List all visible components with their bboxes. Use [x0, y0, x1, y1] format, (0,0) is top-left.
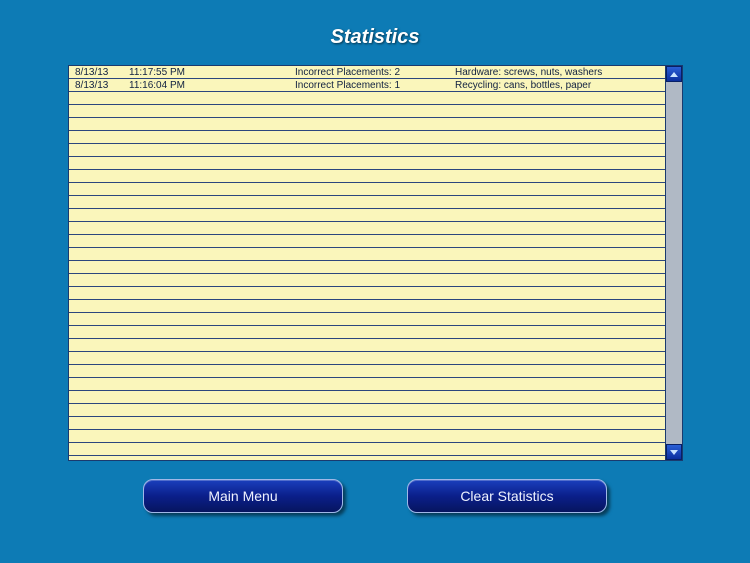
list-rows: 8/13/13 11:17:55 PM Incorrect Placements…	[69, 66, 665, 92]
list-item: 8/13/13 11:17:55 PM Incorrect Placements…	[69, 66, 665, 79]
entry-date: 8/13/13	[75, 79, 129, 92]
vertical-scrollbar[interactable]	[666, 66, 682, 460]
entry-date: 8/13/13	[75, 66, 129, 79]
statistics-list: 8/13/13 11:17:55 PM Incorrect Placements…	[68, 65, 683, 461]
entry-description: Hardware: screws, nuts, washers	[455, 66, 665, 79]
entry-result: Incorrect Placements: 1	[295, 79, 455, 92]
chevron-down-icon	[670, 450, 678, 455]
entry-description: Recycling: cans, bottles, paper	[455, 79, 665, 92]
button-bar: Main Menu Clear Statistics	[0, 479, 750, 513]
list-viewport: 8/13/13 11:17:55 PM Incorrect Placements…	[69, 66, 666, 460]
page-title: Statistics	[0, 0, 750, 49]
entry-result: Incorrect Placements: 2	[295, 66, 455, 79]
main-menu-button[interactable]: Main Menu	[143, 479, 343, 513]
clear-stats-button[interactable]: Clear Statistics	[407, 479, 607, 513]
list-item: 8/13/13 11:16:04 PM Incorrect Placements…	[69, 79, 665, 92]
scroll-up-button[interactable]	[666, 66, 682, 82]
ruled-lines	[69, 66, 665, 460]
chevron-up-icon	[670, 72, 678, 77]
scroll-down-button[interactable]	[666, 444, 682, 460]
entry-time: 11:17:55 PM	[129, 66, 295, 79]
entry-time: 11:16:04 PM	[129, 79, 295, 92]
